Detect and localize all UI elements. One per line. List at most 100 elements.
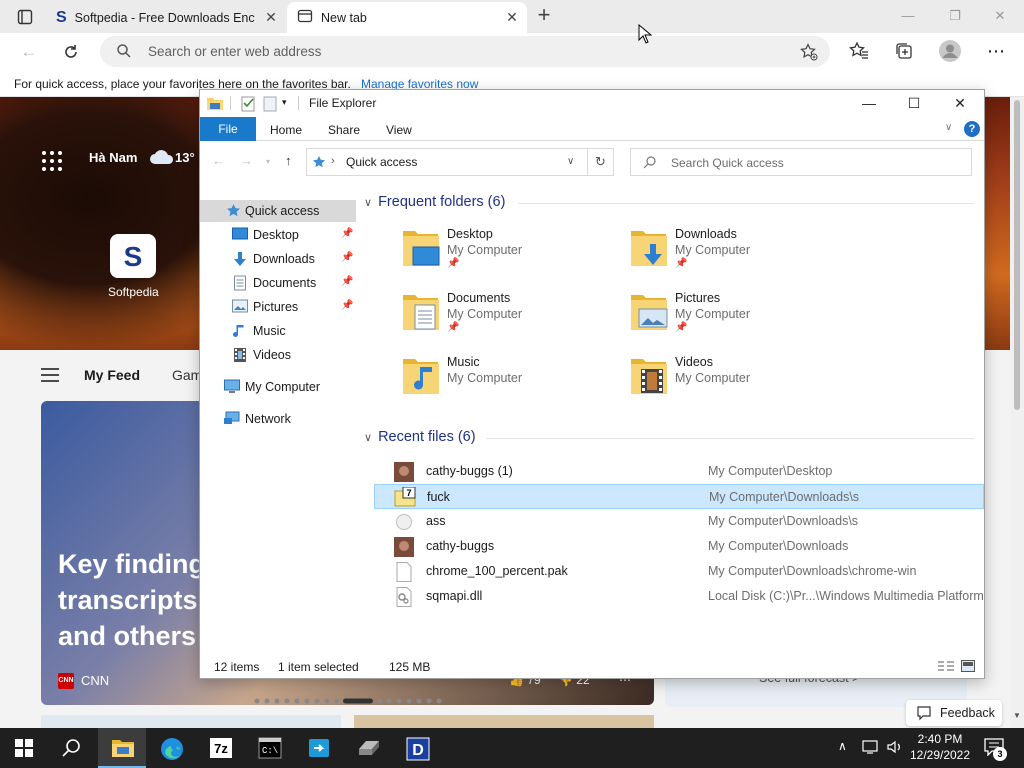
ribbon-tab-view[interactable]: View	[386, 123, 412, 137]
customize-qat-icon[interactable]: ▾	[282, 97, 287, 108]
explorer-forward-icon[interactable]: →	[240, 153, 253, 168]
explorer-maximize-icon[interactable]: ☐	[903, 93, 925, 113]
recent-file-row[interactable]: cathy-buggs My Computer\Downloads	[374, 534, 984, 559]
tab-new-tab[interactable]: New tab ✕	[287, 2, 527, 33]
nav-item-downloads[interactable]: Downloads 📌	[200, 248, 356, 270]
frequent-folder-pictures[interactable]: Pictures My Computer 📌	[629, 291, 849, 347]
nav-item-music[interactable]: Music	[200, 320, 356, 342]
scroll-down-icon[interactable]: ▼	[1013, 711, 1021, 720]
pin-icon[interactable]: 📌	[341, 300, 353, 311]
nav-item-documents[interactable]: Documents 📌	[200, 272, 356, 294]
nav-item-quick-access[interactable]: Quick access	[200, 200, 356, 222]
tab-actions-icon[interactable]	[10, 6, 38, 28]
taskbar-edge[interactable]	[147, 728, 195, 768]
explorer-minimize-icon[interactable]: —	[858, 93, 880, 113]
taskbar-search-button[interactable]	[48, 728, 96, 768]
pin-icon[interactable]: 📌	[341, 228, 353, 239]
pin-icon[interactable]: 📌	[341, 276, 353, 287]
recent-file-name: chrome_100_percent.pak	[426, 564, 568, 578]
address-bar[interactable]: Search or enter web address	[100, 36, 830, 67]
help-icon[interactable]: ?	[964, 121, 980, 137]
volume-icon[interactable]	[886, 739, 904, 758]
frequent-folder-desktop[interactable]: Desktop My Computer 📌	[401, 227, 621, 283]
pin-icon[interactable]: 📌	[341, 252, 353, 263]
large-icons-view-icon[interactable]	[961, 660, 975, 675]
taskbar-drive[interactable]	[343, 728, 391, 768]
frequent-folder-music[interactable]: Music My Computer	[401, 355, 621, 411]
tab-gaming[interactable]: Gam	[172, 367, 202, 383]
properties-icon[interactable]	[240, 94, 256, 115]
favorites-icon[interactable]	[849, 41, 871, 63]
explorer-title-bar[interactable]: ▾ File Explorer — ☐ ✕	[200, 90, 984, 116]
new-tab-button[interactable]: +	[534, 4, 554, 26]
taskbar-file-explorer[interactable]	[98, 728, 146, 768]
explorer-close-icon[interactable]: ✕	[949, 93, 971, 113]
recent-file-row[interactable]: ass My Computer\Downloads\s	[374, 509, 984, 534]
apps-grid-icon[interactable]	[41, 150, 63, 175]
ribbon-tab-share[interactable]: Share	[328, 123, 360, 137]
close-tab-icon[interactable]: ✕	[264, 10, 278, 24]
collections-icon[interactable]	[894, 41, 916, 63]
back-icon[interactable]: ←	[18, 41, 40, 63]
news-card[interactable]	[354, 715, 654, 728]
profile-avatar-icon[interactable]	[938, 40, 961, 63]
collapse-group-icon[interactable]: ∨	[364, 197, 372, 209]
nav-item-videos[interactable]: Videos	[200, 344, 356, 366]
nav-item-pictures[interactable]: Pictures 📌	[200, 296, 356, 318]
nav-item-my-computer[interactable]: My Computer	[200, 376, 356, 398]
taskbar-cmd[interactable]: C:\	[245, 728, 293, 768]
close-tab-icon[interactable]: ✕	[505, 10, 519, 24]
taskbar-app[interactable]	[294, 728, 342, 768]
ribbon-tab-home[interactable]: Home	[270, 123, 302, 137]
tab-my-feed[interactable]: My Feed	[84, 367, 140, 383]
news-card[interactable]	[41, 715, 341, 728]
minimize-icon[interactable]: —	[898, 8, 918, 23]
show-hidden-icons-icon[interactable]: ∧	[838, 739, 847, 753]
up-folder-icon[interactable]: ↑	[285, 153, 292, 168]
explorer-search-input[interactable]: Search Quick access	[630, 148, 972, 176]
recent-file-row[interactable]: chrome_100_percent.pak My Computer\Downl…	[374, 559, 984, 584]
recent-file-row[interactable]: sqmapi.dll Local Disk (C:)\Pr...\Windows…	[374, 584, 984, 609]
recent-files-header[interactable]: ∨ Recent files (6)	[364, 429, 476, 445]
more-menu-icon[interactable]: ⋯	[985, 41, 1007, 63]
weather-widget[interactable]: Hà Nam 13°	[89, 150, 195, 165]
address-location[interactable]: Quick access	[346, 155, 417, 169]
nav-item-network[interactable]: Network	[200, 408, 356, 430]
refresh-icon[interactable]	[60, 41, 82, 63]
close-window-icon[interactable]: ✕	[990, 8, 1010, 24]
taskbar-clock[interactable]: 2:40 PM 12/29/2022	[908, 731, 972, 763]
address-history-icon[interactable]: ∨	[567, 156, 574, 167]
frequent-folder-videos[interactable]: Videos My Computer	[629, 355, 849, 411]
explorer-refresh-icon[interactable]: ↻	[588, 148, 614, 176]
page-scrollbar[interactable]: ▼	[1010, 97, 1024, 728]
tab-softpedia[interactable]: S Softpedia - Free Downloads Enc ✕	[46, 2, 286, 33]
taskbar-d-app[interactable]: D	[393, 728, 441, 768]
explorer-app-icon[interactable]	[206, 94, 224, 115]
ribbon-tab-file[interactable]: File	[200, 117, 256, 141]
explorer-back-icon[interactable]: ←	[212, 153, 225, 168]
scrollbar-thumb[interactable]	[1014, 100, 1020, 410]
recent-file-row[interactable]: 7 fuck My Computer\Downloads\s	[374, 484, 984, 509]
frequent-folder-documents[interactable]: Documents My Computer 📌	[401, 291, 621, 347]
recent-file-row[interactable]: cathy-buggs (1) My Computer\Desktop	[374, 459, 984, 484]
softpedia-tile[interactable]: S	[110, 234, 156, 278]
taskbar-7zip[interactable]: 7z	[196, 728, 244, 768]
hamburger-menu-icon[interactable]	[41, 368, 59, 385]
action-center-button[interactable]: 3	[984, 738, 1007, 761]
add-favorite-icon[interactable]	[800, 43, 818, 64]
network-status-icon[interactable]	[862, 739, 880, 758]
carousel-dots[interactable]	[254, 693, 444, 707]
recent-locations-icon[interactable]: ▾	[266, 157, 270, 166]
explorer-address-bar[interactable]: › Quick access ∨	[306, 148, 588, 176]
new-folder-icon[interactable]	[262, 94, 278, 115]
feedback-button[interactable]: Feedback	[906, 700, 1002, 726]
pin-icon: 📌	[447, 322, 460, 333]
nav-item-desktop[interactable]: Desktop 📌	[200, 224, 356, 246]
details-view-icon[interactable]	[938, 660, 954, 675]
expand-ribbon-icon[interactable]: ∨	[945, 122, 952, 133]
frequent-folder-downloads[interactable]: Downloads My Computer 📌	[629, 227, 849, 283]
frequent-folders-header[interactable]: ∨ Frequent folders (6)	[364, 194, 505, 210]
restore-icon[interactable]: ❐	[945, 8, 965, 24]
start-button[interactable]	[0, 728, 48, 768]
collapse-group-icon[interactable]: ∨	[364, 432, 372, 444]
